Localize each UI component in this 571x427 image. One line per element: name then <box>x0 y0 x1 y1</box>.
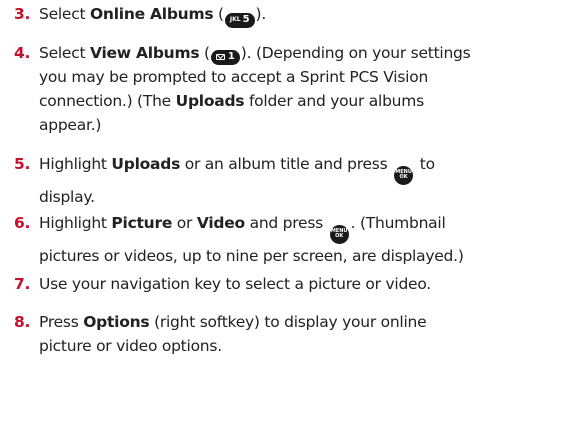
option-video: Video <box>196 214 245 232</box>
menu-ok-key-icon: MENU OK <box>329 224 349 244</box>
step-number: 4. <box>14 44 31 62</box>
menu-item-view-albums: View Albums <box>90 44 200 62</box>
text: ( <box>213 5 224 23</box>
text: Select <box>39 44 90 62</box>
text: ). (Depending on your settings <box>240 44 471 62</box>
envelope-icon <box>215 54 225 60</box>
text: to <box>415 155 435 173</box>
text: or <box>172 214 197 232</box>
text: and press <box>244 214 328 232</box>
step-number: 8. <box>14 313 31 331</box>
text: Highlight <box>39 155 112 173</box>
text: Use your navigation key to select a pict… <box>39 275 431 293</box>
step-text: Highlight Uploads or an album title and … <box>39 152 564 209</box>
text: display. <box>39 187 95 206</box>
text: . (Thumbnail <box>350 214 446 232</box>
text: appear.) <box>39 116 102 134</box>
text: you may be prompted to accept a Sprint P… <box>39 68 429 86</box>
key-digit: 5 <box>242 14 250 25</box>
jkl-5-key-icon: JKL 5 <box>224 12 255 28</box>
menu-item-online-albums: Online Albums <box>90 5 214 23</box>
menu-ok-key-icon: MENU OK <box>394 165 414 185</box>
text: connection.) (The <box>39 92 176 110</box>
folder-name-uploads: Uploads <box>111 155 181 173</box>
text: ). <box>255 5 267 23</box>
step-text: Press Options (right softkey) to display… <box>39 310 564 358</box>
text: folder and your albums <box>244 92 424 110</box>
step-text: Highlight Picture or Video and press MEN… <box>39 211 564 268</box>
step-text: Select Online Albums (JKL 5). <box>39 2 564 28</box>
key-letters: JKL <box>229 16 241 23</box>
step-text: Select View Albums (1). (Depending on yo… <box>39 41 564 137</box>
step-number: 6. <box>14 214 31 232</box>
step-number: 5. <box>14 155 31 173</box>
folder-name-uploads: Uploads <box>175 92 245 110</box>
softkey-options: Options <box>83 313 150 331</box>
envelope-1-key-icon: 1 <box>210 49 240 65</box>
step-text: Use your navigation key to select a pict… <box>39 272 564 296</box>
text: Select <box>39 5 90 23</box>
text: ( <box>199 44 210 62</box>
text: pictures or videos, up to nine per scree… <box>39 246 464 265</box>
text: Highlight <box>39 214 112 232</box>
text: picture or video options. <box>39 337 222 355</box>
key-label-bottom: OK <box>399 174 408 180</box>
step-number: 3. <box>14 5 31 23</box>
step-number: 7. <box>14 275 31 293</box>
text: (right softkey) to display your online <box>149 313 427 331</box>
option-picture: Picture <box>111 214 173 232</box>
text: Press <box>39 313 84 331</box>
text: or an album title and press <box>180 155 393 173</box>
key-label-bottom: OK <box>335 233 344 239</box>
